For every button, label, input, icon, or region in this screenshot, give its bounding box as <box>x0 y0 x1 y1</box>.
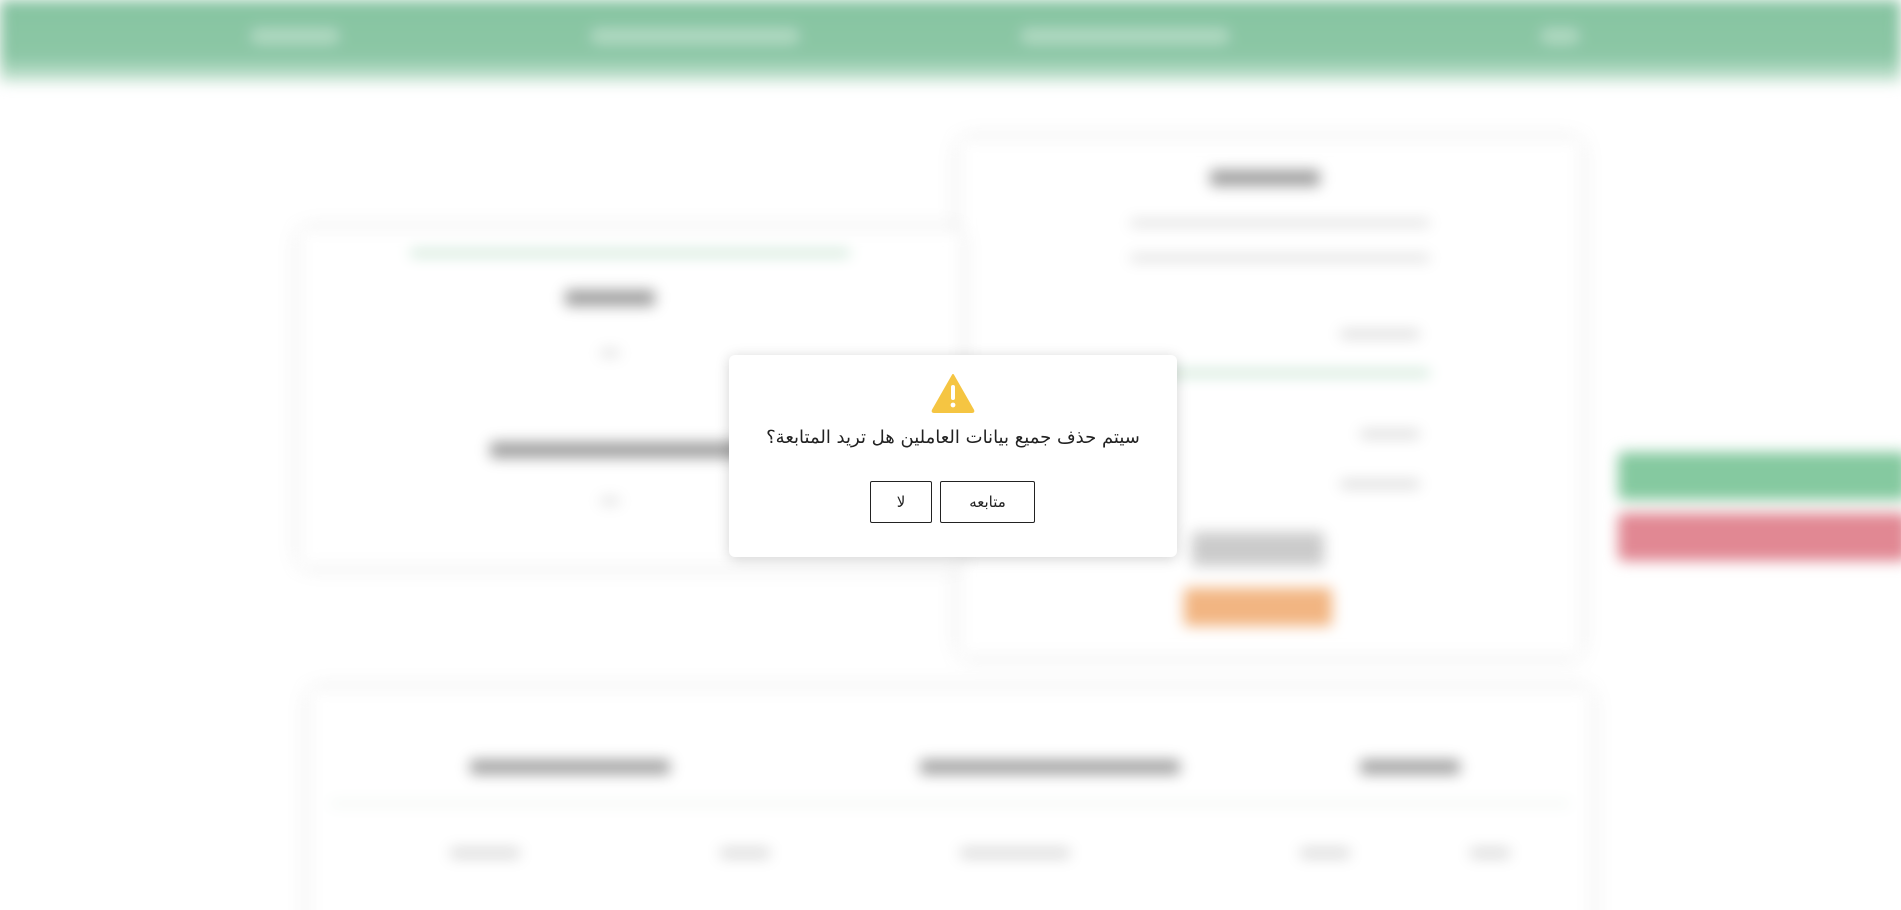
no-button[interactable]: لا <box>870 481 932 523</box>
confirm-delete-dialog: سيتم حذف جميع بيانات العاملين هل تريد ال… <box>729 355 1177 557</box>
dialog-message: سيتم حذف جميع بيانات العاملين هل تريد ال… <box>766 427 1140 448</box>
warning-icon <box>931 374 975 413</box>
continue-button[interactable]: متابعه <box>940 481 1035 523</box>
app-page: سيتم حذف جميع بيانات العاملين هل تريد ال… <box>0 0 1901 910</box>
